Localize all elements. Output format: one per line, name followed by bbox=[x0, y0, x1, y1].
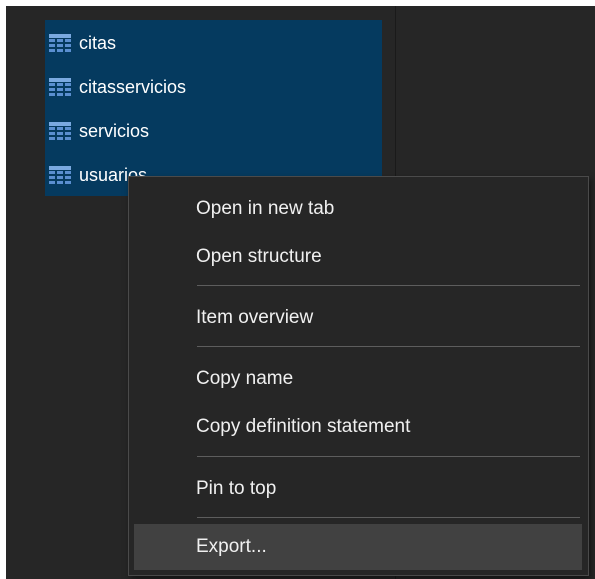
menu-item-item-overview[interactable]: Item overview bbox=[134, 295, 582, 341]
table-item-citas[interactable]: citas bbox=[49, 30, 116, 56]
menu-item-pin-to-top[interactable]: Pin to top bbox=[134, 466, 582, 512]
menu-item-copy-name[interactable]: Copy name bbox=[134, 356, 582, 402]
table-item-citasservicios[interactable]: citasservicios bbox=[49, 74, 186, 100]
table-list: citas citasservicios servicios usuarios bbox=[45, 20, 382, 196]
menu-separator bbox=[197, 517, 580, 518]
table-item-servicios[interactable]: servicios bbox=[49, 118, 149, 144]
table-item-label: servicios bbox=[79, 120, 150, 141]
menu-item-export[interactable]: Export... bbox=[134, 524, 582, 570]
table-item-label: citas bbox=[79, 32, 117, 53]
menu-separator bbox=[197, 346, 580, 347]
table-grid-icon bbox=[49, 78, 71, 96]
table-grid-icon bbox=[49, 166, 71, 184]
menu-separator bbox=[197, 285, 580, 286]
table-item-label: citasservicios bbox=[79, 76, 187, 97]
context-menu: Open in new tab Open structure Item over… bbox=[128, 176, 589, 576]
table-grid-icon bbox=[49, 34, 71, 52]
table-grid-icon bbox=[49, 122, 71, 140]
menu-item-copy-definition-statement[interactable]: Copy definition statement bbox=[134, 404, 582, 450]
menu-item-open-in-new-tab[interactable]: Open in new tab bbox=[134, 186, 582, 232]
menu-item-open-structure[interactable]: Open structure bbox=[134, 234, 582, 280]
menu-separator bbox=[197, 456, 580, 457]
